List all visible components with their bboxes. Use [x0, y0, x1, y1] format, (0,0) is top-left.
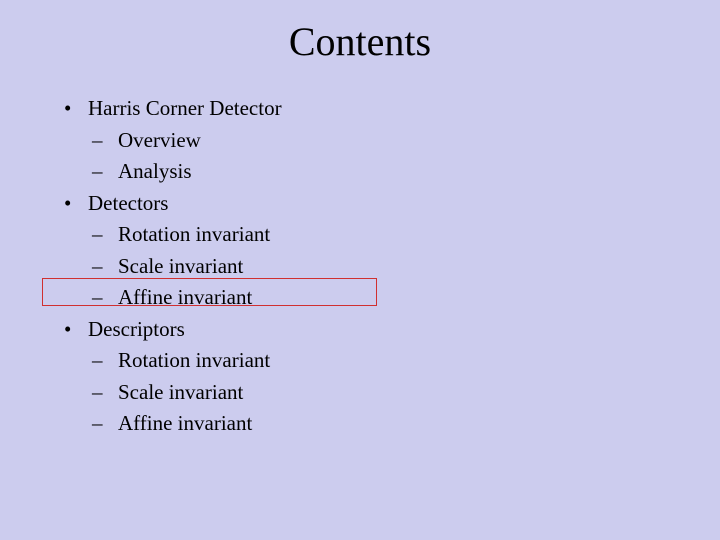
outline-item-label: Affine invariant [118, 285, 252, 309]
dash-icon: – [92, 219, 103, 251]
bullet-icon: • [64, 188, 71, 220]
dash-icon: – [92, 408, 103, 440]
bullet-icon: • [64, 93, 71, 125]
outline-item-l2: –Scale invariant [64, 251, 680, 283]
outline-item-label: Analysis [118, 159, 192, 183]
outline-item-l2: –Affine invariant [64, 282, 680, 314]
outline-item-l1: • Harris Corner Detector [64, 93, 680, 125]
outline-item-l2: –Overview [64, 125, 680, 157]
outline-item-l2: –Rotation invariant [64, 345, 680, 377]
outline-content: •Harris Corner Detector–Overview–Analysi… [64, 93, 680, 440]
outline-item-l2: –Scale invariant [64, 377, 680, 409]
outline-item-label: Rotation invariant [118, 222, 270, 246]
outline-item-l2: –Rotation invariant [64, 219, 680, 251]
outline-item-label: Rotation invariant [118, 348, 270, 372]
outline-item-label: Detectors [88, 191, 168, 215]
outline-item-label: Descriptors [88, 317, 185, 341]
bullet-icon: • [64, 314, 71, 346]
outline-item-label: Scale invariant [118, 380, 243, 404]
outline-item-label: Overview [118, 128, 201, 152]
dash-icon: – [92, 251, 103, 283]
dash-icon: – [92, 156, 103, 188]
outline-item-l2: –Affine invariant [64, 408, 680, 440]
dash-icon: – [92, 345, 103, 377]
outline-item-l2: –Analysis [64, 156, 680, 188]
outline-item-label: Harris Corner Detector [88, 96, 282, 120]
dash-icon: – [92, 125, 103, 157]
slide: Contents •Harris Corner Detector–Overvie… [0, 0, 720, 540]
slide-title: Contents [40, 18, 680, 65]
dash-icon: – [92, 377, 103, 409]
dash-icon: – [92, 282, 103, 314]
outline-item-label: Affine invariant [118, 411, 252, 435]
outline-item-l1: • Descriptors [64, 314, 680, 346]
outline-item-l1: • Detectors [64, 188, 680, 220]
outline-item-label: Scale invariant [118, 254, 243, 278]
